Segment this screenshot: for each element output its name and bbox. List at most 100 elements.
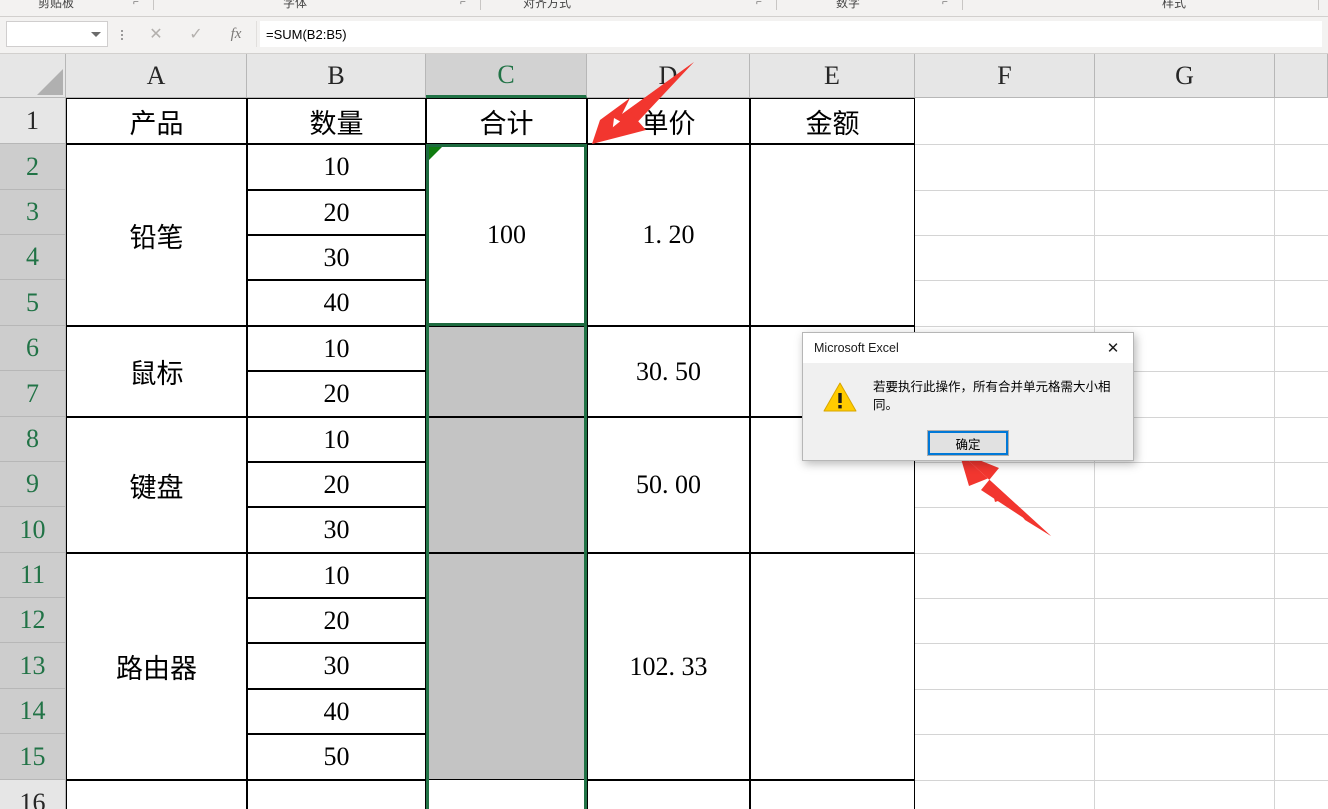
ribbon-divider-2 <box>480 0 481 10</box>
cell-e11-merged-amount[interactable] <box>750 553 915 780</box>
cell-c2-merged-total[interactable]: 100 <box>426 144 587 326</box>
row-header-14[interactable]: 14 <box>0 689 66 734</box>
cell-b16[interactable] <box>247 780 426 809</box>
cell-a11-merged-router[interactable]: 路由器 <box>66 553 247 780</box>
row-header-2[interactable]: 2 <box>0 144 66 190</box>
ribbon-group-font: 字体 <box>283 0 308 10</box>
confirm-icon[interactable]: ✓ <box>180 22 212 46</box>
row-header-11[interactable]: 11 <box>0 553 66 598</box>
cell-e16[interactable] <box>750 780 915 809</box>
gridline-col-g-h <box>1274 98 1275 809</box>
cell-b7[interactable]: 20 <box>247 371 426 417</box>
cell-b15[interactable]: 50 <box>247 734 426 780</box>
ribbon-divider-3 <box>776 0 777 10</box>
row-header-8[interactable]: 8 <box>0 417 66 462</box>
gridline-row-13-14 <box>915 689 1328 690</box>
column-header-a[interactable]: A <box>66 54 247 98</box>
name-box[interactable] <box>6 21 108 47</box>
insert-function-icon[interactable]: fx <box>220 22 252 46</box>
row-header-9[interactable]: 9 <box>0 462 66 507</box>
cell-b5[interactable]: 40 <box>247 280 426 326</box>
row-header-16[interactable]: 16 <box>0 780 66 809</box>
column-header-h-partial[interactable] <box>1275 54 1328 98</box>
ribbon-launcher-alignment[interactable]: ⌐ <box>756 0 762 8</box>
cell-c11-merged-total[interactable] <box>426 553 587 780</box>
cell-a6-merged-mouse[interactable]: 鼠标 <box>66 326 247 417</box>
cell-c8-merged-total[interactable] <box>426 417 587 553</box>
row-header-10[interactable]: 10 <box>0 507 66 553</box>
gridline-row-5-6 <box>915 326 1328 327</box>
gridline-row-3-4 <box>915 235 1328 236</box>
ribbon-launcher-font[interactable]: ⌐ <box>460 0 466 8</box>
cell-b10[interactable]: 30 <box>247 507 426 553</box>
ribbon-launcher-number[interactable]: ⌐ <box>942 0 948 8</box>
row-header-4[interactable]: 4 <box>0 235 66 280</box>
formula-bar: ✕ ✓ fx =SUM(B2:B5) <box>0 17 1328 54</box>
ok-button[interactable]: 确定 <box>927 430 1009 456</box>
row-header-7[interactable]: 7 <box>0 371 66 417</box>
cell-d2-merged-price[interactable]: 1. 20 <box>587 144 750 326</box>
cell-b1[interactable]: 数量 <box>247 98 426 144</box>
cell-b11[interactable]: 10 <box>247 553 426 598</box>
ribbon-divider-1 <box>153 0 154 10</box>
gridline-row-11-12 <box>915 598 1328 599</box>
row-header-5[interactable]: 5 <box>0 280 66 326</box>
cell-b6[interactable]: 10 <box>247 326 426 371</box>
cell-d11-merged-price[interactable]: 102. 33 <box>587 553 750 780</box>
close-icon[interactable]: ✕ <box>1093 333 1133 363</box>
chevron-down-icon[interactable] <box>91 31 101 37</box>
dialog-title: Microsoft Excel <box>814 341 899 355</box>
cancel-icon[interactable]: ✕ <box>140 22 172 46</box>
cell-d16[interactable] <box>587 780 750 809</box>
cell-d6-merged-price[interactable]: 30. 50 <box>587 326 750 417</box>
gridline-row-12-13 <box>915 643 1328 644</box>
column-header-c[interactable]: C <box>426 54 587 98</box>
row-header-6[interactable]: 6 <box>0 326 66 371</box>
ribbon-bottom-strip: 剪贴板 ⌐ 字体 ⌐ 对齐方式 ⌐ 数字 ⌐ 样式 <box>0 0 1328 17</box>
ribbon-launcher-clipboard[interactable]: ⌐ <box>133 0 139 8</box>
gridline-row-15-16 <box>915 780 1328 781</box>
select-all-corner[interactable] <box>0 54 66 98</box>
cell-b12[interactable]: 20 <box>247 598 426 643</box>
cell-c6-merged-total[interactable] <box>426 326 587 417</box>
row-header-3[interactable]: 3 <box>0 190 66 235</box>
cell-b3[interactable]: 20 <box>247 190 426 235</box>
cell-d8-merged-price[interactable]: 50. 00 <box>587 417 750 553</box>
cell-d1[interactable]: 单价 <box>587 98 750 144</box>
column-header-b[interactable]: B <box>247 54 426 98</box>
cell-b13[interactable]: 30 <box>247 643 426 689</box>
formula-input[interactable]: =SUM(B2:B5) <box>260 21 1322 47</box>
cell-b8[interactable]: 10 <box>247 417 426 462</box>
row-header-15[interactable]: 15 <box>0 734 66 780</box>
gridline-row-14-15 <box>915 734 1328 735</box>
cell-b14[interactable]: 40 <box>247 689 426 734</box>
ribbon-group-alignment: 对齐方式 <box>523 0 572 10</box>
formula-bar-grip[interactable] <box>120 28 123 42</box>
gridline-row-9-10 <box>915 507 1328 508</box>
ribbon-group-clipboard: 剪贴板 <box>38 0 75 10</box>
cell-b4[interactable]: 30 <box>247 235 426 280</box>
formula-bar-buttons: ✕ ✓ fx <box>136 21 257 47</box>
column-header-d[interactable]: D <box>587 54 750 98</box>
column-header-f[interactable]: F <box>915 54 1095 98</box>
row-header-1[interactable]: 1 <box>0 98 66 144</box>
column-header-g[interactable]: G <box>1095 54 1275 98</box>
gridline-row-10-11 <box>915 553 1328 554</box>
excel-alert-dialog: Microsoft Excel ✕ 若要执行此操作，所有合并单元格需大小相同。 … <box>802 332 1134 461</box>
cell-c1[interactable]: 合计 <box>426 98 587 144</box>
cell-a2-merged-pencil[interactable]: 铅笔 <box>66 144 247 326</box>
cell-a16[interactable] <box>66 780 247 809</box>
cell-e1[interactable]: 金额 <box>750 98 915 144</box>
cell-a8-merged-keyboard[interactable]: 键盘 <box>66 417 247 553</box>
cell-b2[interactable]: 10 <box>247 144 426 190</box>
formula-text: =SUM(B2:B5) <box>266 26 347 42</box>
ribbon-divider-4 <box>962 0 963 10</box>
row-header-12[interactable]: 12 <box>0 598 66 643</box>
row-header-13[interactable]: 13 <box>0 643 66 689</box>
dialog-body: 若要执行此操作，所有合并单元格需大小相同。 <box>803 363 1133 430</box>
dialog-message: 若要执行此操作，所有合并单元格需大小相同。 <box>873 380 1111 412</box>
cell-b9[interactable]: 20 <box>247 462 426 507</box>
column-header-e[interactable]: E <box>750 54 915 98</box>
cell-a1[interactable]: 产品 <box>66 98 247 144</box>
cell-e2-merged-amount[interactable] <box>750 144 915 326</box>
